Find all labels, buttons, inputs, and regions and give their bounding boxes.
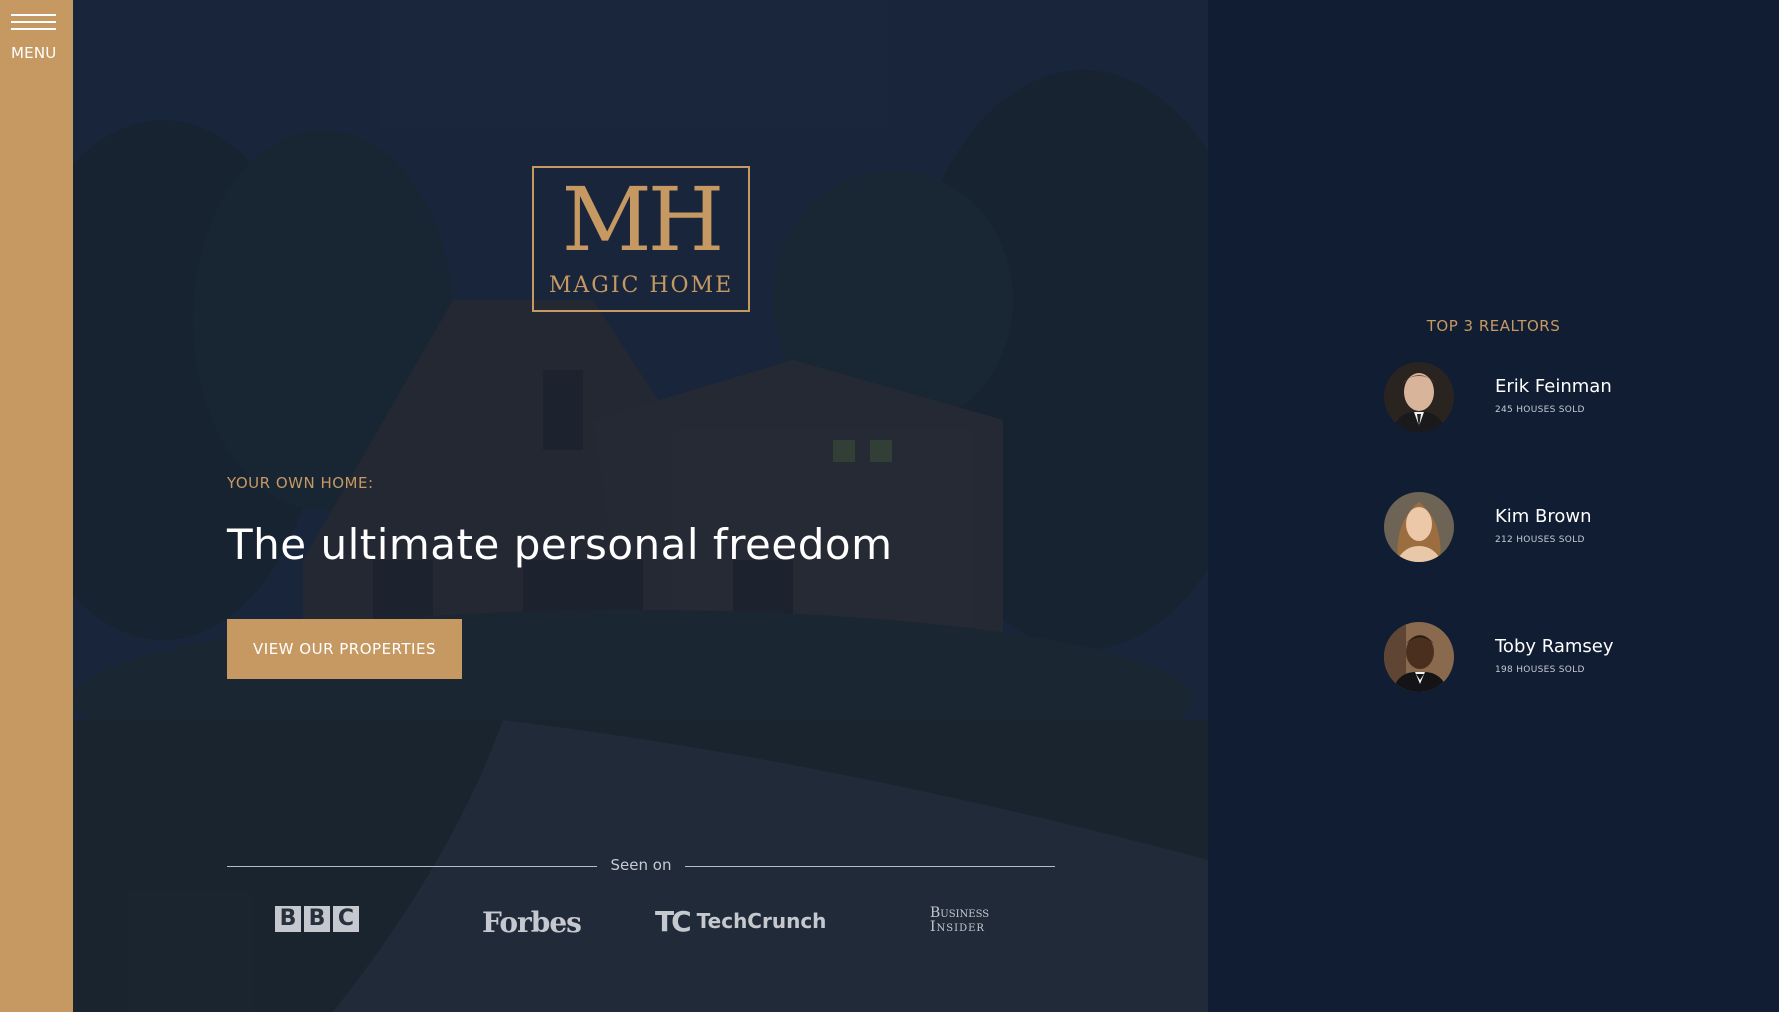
realtor-item[interactable]: Erik Feinman 245 HOUSES SOLD <box>1384 362 1704 434</box>
techcrunch-mark: TC <box>655 904 692 938</box>
avatar[interactable] <box>1384 362 1454 432</box>
realtors-panel: TOP 3 REALTORS Erik Feinman 245 HOUSES S… <box>1208 0 1779 1012</box>
techcrunch-logo: TC TechCrunch <box>655 904 827 938</box>
seen-on-label: Seen on <box>610 856 672 874</box>
menu-label: MENU <box>11 44 57 62</box>
realtor-name: Kim Brown <box>1495 506 1592 527</box>
business-insider-logo: Business Insider <box>930 906 989 936</box>
realtor-sold: 212 HOUSES SOLD <box>1495 535 1585 545</box>
magic-home-logo[interactable]: MH MAGIC HOME <box>532 166 750 312</box>
avatar[interactable] <box>1384 492 1454 562</box>
realtor-item[interactable]: Toby Ramsey 198 HOUSES SOLD <box>1384 622 1704 694</box>
bbc-letter: C <box>333 906 359 932</box>
menu-button[interactable]: MENU <box>10 14 60 64</box>
hero-section: MH MAGIC HOME YOUR OWN HOME: The ultimat… <box>73 0 1208 1012</box>
realtor-name: Toby Ramsey <box>1495 636 1614 657</box>
hamburger-icon[interactable] <box>11 14 56 32</box>
hero-headline: The ultimate personal freedom <box>227 520 893 569</box>
logo-monogram: MH <box>561 168 725 271</box>
bbc-logo: B B C <box>275 906 359 936</box>
avatar[interactable] <box>1384 622 1454 692</box>
business-insider-line1: Business <box>930 905 990 921</box>
realtors-title: TOP 3 REALTORS <box>1426 317 1561 335</box>
seen-on-divider: Seen on <box>227 856 1055 876</box>
bbc-letter: B <box>275 906 301 932</box>
bbc-letter: B <box>304 906 330 932</box>
logo-name: MAGIC HOME <box>548 273 734 298</box>
divider-line-right <box>685 866 1055 867</box>
hero-eyebrow: YOUR OWN HOME: <box>227 474 374 492</box>
forbes-logo: Forbes <box>482 906 582 939</box>
realtor-name: Erik Feinman <box>1495 376 1612 397</box>
business-insider-line2: Insider <box>930 919 985 935</box>
techcrunch-wordmark: TechCrunch <box>696 909 827 933</box>
realtor-sold: 245 HOUSES SOLD <box>1495 405 1585 415</box>
sidebar: MENU <box>0 0 73 1012</box>
realtor-item[interactable]: Kim Brown 212 HOUSES SOLD <box>1384 492 1704 564</box>
view-properties-button[interactable]: VIEW OUR PROPERTIES <box>227 619 462 679</box>
realtor-sold: 198 HOUSES SOLD <box>1495 665 1585 675</box>
